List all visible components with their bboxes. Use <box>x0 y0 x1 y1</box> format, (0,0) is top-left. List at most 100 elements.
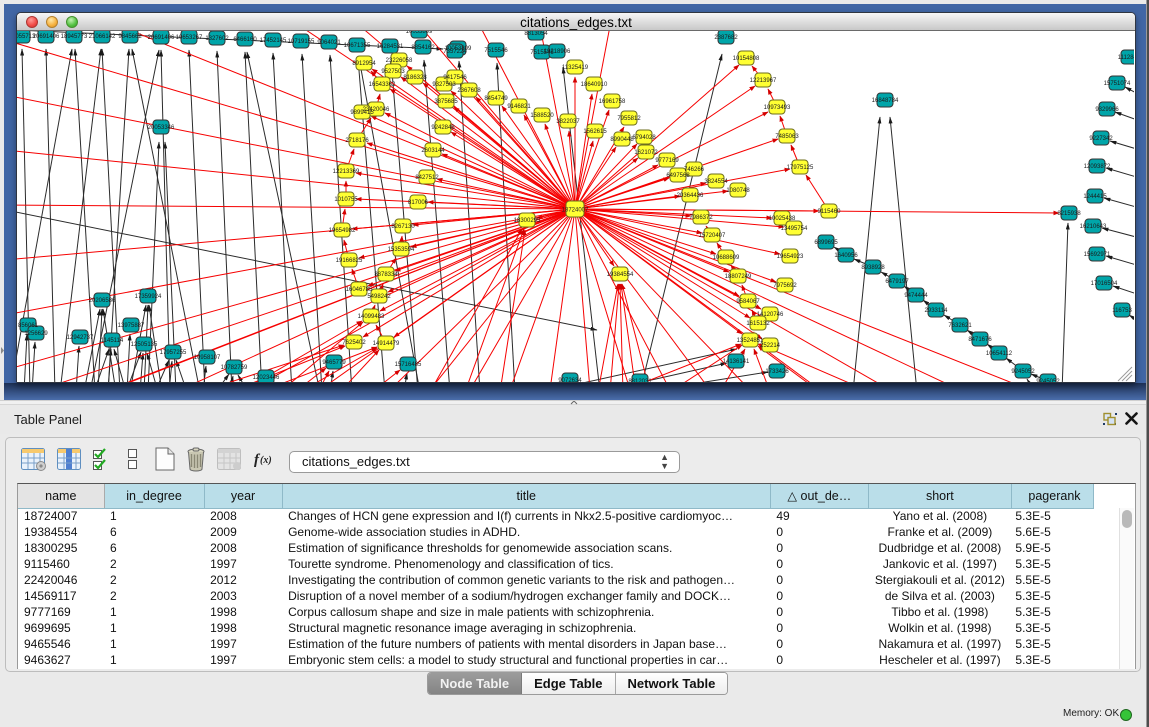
svg-text:15353594: 15353594 <box>388 247 415 253</box>
svg-text:1588520: 1588520 <box>530 113 554 119</box>
svg-text:12023446: 12023446 <box>253 375 280 381</box>
svg-text:15716485: 15716485 <box>395 362 422 368</box>
svg-text:17016504: 17016504 <box>1091 281 1118 287</box>
svg-text:14914479: 14914479 <box>373 341 400 347</box>
svg-text:1621072: 1621072 <box>634 150 658 156</box>
svg-text:10688609: 10688609 <box>713 255 740 261</box>
svg-text:1244415: 1244415 <box>1083 194 1107 200</box>
svg-text:1010755: 1010755 <box>334 197 358 203</box>
svg-text:18724007: 18724007 <box>562 208 589 214</box>
svg-text:8454749: 8454749 <box>484 96 508 102</box>
svg-text:10719155: 10719155 <box>288 39 315 45</box>
svg-text:7485063: 7485063 <box>775 134 799 140</box>
svg-text:9584067: 9584067 <box>736 299 760 305</box>
svg-text:9417546: 9417546 <box>443 75 467 81</box>
svg-text:20691406: 20691406 <box>148 35 175 41</box>
svg-text:9327503: 9327503 <box>432 82 456 88</box>
svg-text:3875685: 3875685 <box>434 99 458 105</box>
svg-text:8854162: 8854162 <box>411 45 435 51</box>
svg-text:9474444: 9474444 <box>904 293 928 299</box>
svg-text:11325419: 11325419 <box>562 65 589 71</box>
svg-text:18640910: 18640910 <box>581 82 608 88</box>
svg-text:2718176: 2718176 <box>345 138 369 144</box>
svg-text:252214: 252214 <box>760 343 781 349</box>
svg-text:8427512: 8427512 <box>415 175 439 181</box>
svg-text:116753: 116753 <box>1112 308 1132 314</box>
svg-text:17975125: 17975125 <box>787 165 814 171</box>
svg-text:8471676: 8471676 <box>968 337 992 343</box>
svg-text:9072634: 9072634 <box>558 378 582 382</box>
svg-text:10654112: 10654112 <box>986 351 1013 357</box>
svg-text:9899415: 9899415 <box>350 110 374 116</box>
svg-text:1145114: 1145114 <box>101 338 124 344</box>
svg-text:10973493: 10973493 <box>764 105 791 111</box>
svg-text:7975692: 7975692 <box>773 283 797 289</box>
svg-text:12505135: 12505135 <box>131 342 158 348</box>
svg-text:6794028: 6794028 <box>632 135 656 141</box>
svg-text:15751074: 15751074 <box>1104 81 1131 87</box>
svg-text:16961758: 16961758 <box>599 99 626 105</box>
svg-text:15720407: 15720407 <box>699 233 726 239</box>
svg-text:8812031: 8812031 <box>628 379 652 382</box>
svg-text:16848784: 16848784 <box>872 98 899 104</box>
svg-text:19384554: 19384554 <box>607 272 634 278</box>
svg-text:18945773: 18945773 <box>61 34 88 40</box>
svg-text:6899695: 6899695 <box>814 240 838 246</box>
svg-text:1112845: 1112845 <box>1118 55 1134 61</box>
svg-text:10958107: 10958107 <box>194 355 221 361</box>
svg-text:14099483: 14099483 <box>358 314 385 320</box>
svg-text:8912954: 8912954 <box>352 61 376 67</box>
svg-text:10653267: 10653267 <box>176 35 203 41</box>
svg-text:20691406: 20691406 <box>33 34 60 40</box>
svg-text:20364436: 20364436 <box>677 193 704 199</box>
svg-text:9064021: 9064021 <box>317 40 341 46</box>
svg-text:1733426: 1733426 <box>765 369 789 375</box>
svg-text:17452145: 17452145 <box>260 38 287 44</box>
svg-text:14136141: 14136141 <box>723 359 750 365</box>
svg-text:(x): (x) <box>260 455 272 466</box>
svg-text:7625402: 7625402 <box>342 340 366 346</box>
svg-text:10154808: 10154808 <box>733 56 760 62</box>
svg-text:8990448: 8990448 <box>610 137 634 143</box>
svg-text:8267130: 8267130 <box>391 224 415 230</box>
svg-text:9242848: 9242848 <box>431 125 455 131</box>
svg-text:1256629: 1256629 <box>24 331 48 337</box>
svg-text:2367608: 2367608 <box>457 88 481 94</box>
svg-text:9115460: 9115460 <box>818 209 842 215</box>
svg-text:856061: 856061 <box>18 323 39 329</box>
svg-text:2933114: 2933114 <box>925 308 949 314</box>
svg-text:5498242: 5498242 <box>367 294 391 300</box>
svg-text:19166825: 19166825 <box>336 258 363 264</box>
svg-text:18807249: 18807249 <box>725 274 752 280</box>
svg-text:8813054: 8813054 <box>524 31 548 37</box>
svg-text:7632621: 7632621 <box>948 323 972 329</box>
svg-text:23226058: 23226058 <box>386 58 413 64</box>
svg-text:1640956: 1640956 <box>834 253 858 259</box>
svg-text:10025438: 10025438 <box>769 216 796 222</box>
svg-text:8938928: 8938928 <box>861 265 885 271</box>
svg-text:9465779: 9465779 <box>322 360 346 366</box>
svg-text:8215938: 8215938 <box>1057 211 1081 217</box>
svg-text:17957255: 17957255 <box>160 350 187 356</box>
svg-text:12942737: 12942737 <box>67 335 94 341</box>
svg-text:9777169: 9777169 <box>655 158 679 164</box>
svg-text:19654923: 19654923 <box>777 254 804 260</box>
svg-text:18300295: 18300295 <box>514 218 541 224</box>
svg-text:9245052: 9245052 <box>1036 379 1060 382</box>
svg-text:817006: 817006 <box>408 200 429 206</box>
svg-text:21066142: 21066142 <box>89 34 116 40</box>
svg-text:2603144: 2603144 <box>421 148 445 154</box>
svg-text:2387682: 2387682 <box>714 35 738 41</box>
svg-text:6479197: 6479197 <box>885 279 909 285</box>
svg-text:9329966: 9329966 <box>1095 107 1119 113</box>
svg-text:13975887: 13975887 <box>118 323 145 329</box>
svg-text:1615132: 1615132 <box>746 321 770 327</box>
svg-text:17359924: 17359924 <box>135 294 162 300</box>
svg-text:14120746: 14120746 <box>757 312 784 318</box>
svg-text:7357224: 7357224 <box>443 49 467 55</box>
svg-text:9227342: 9227342 <box>1089 136 1113 142</box>
svg-text:6466160: 6466160 <box>233 37 257 43</box>
svg-text:10671355: 10671355 <box>344 43 371 49</box>
svg-text:15692971: 15692971 <box>1084 252 1111 258</box>
svg-text:1080748: 1080748 <box>726 188 750 194</box>
